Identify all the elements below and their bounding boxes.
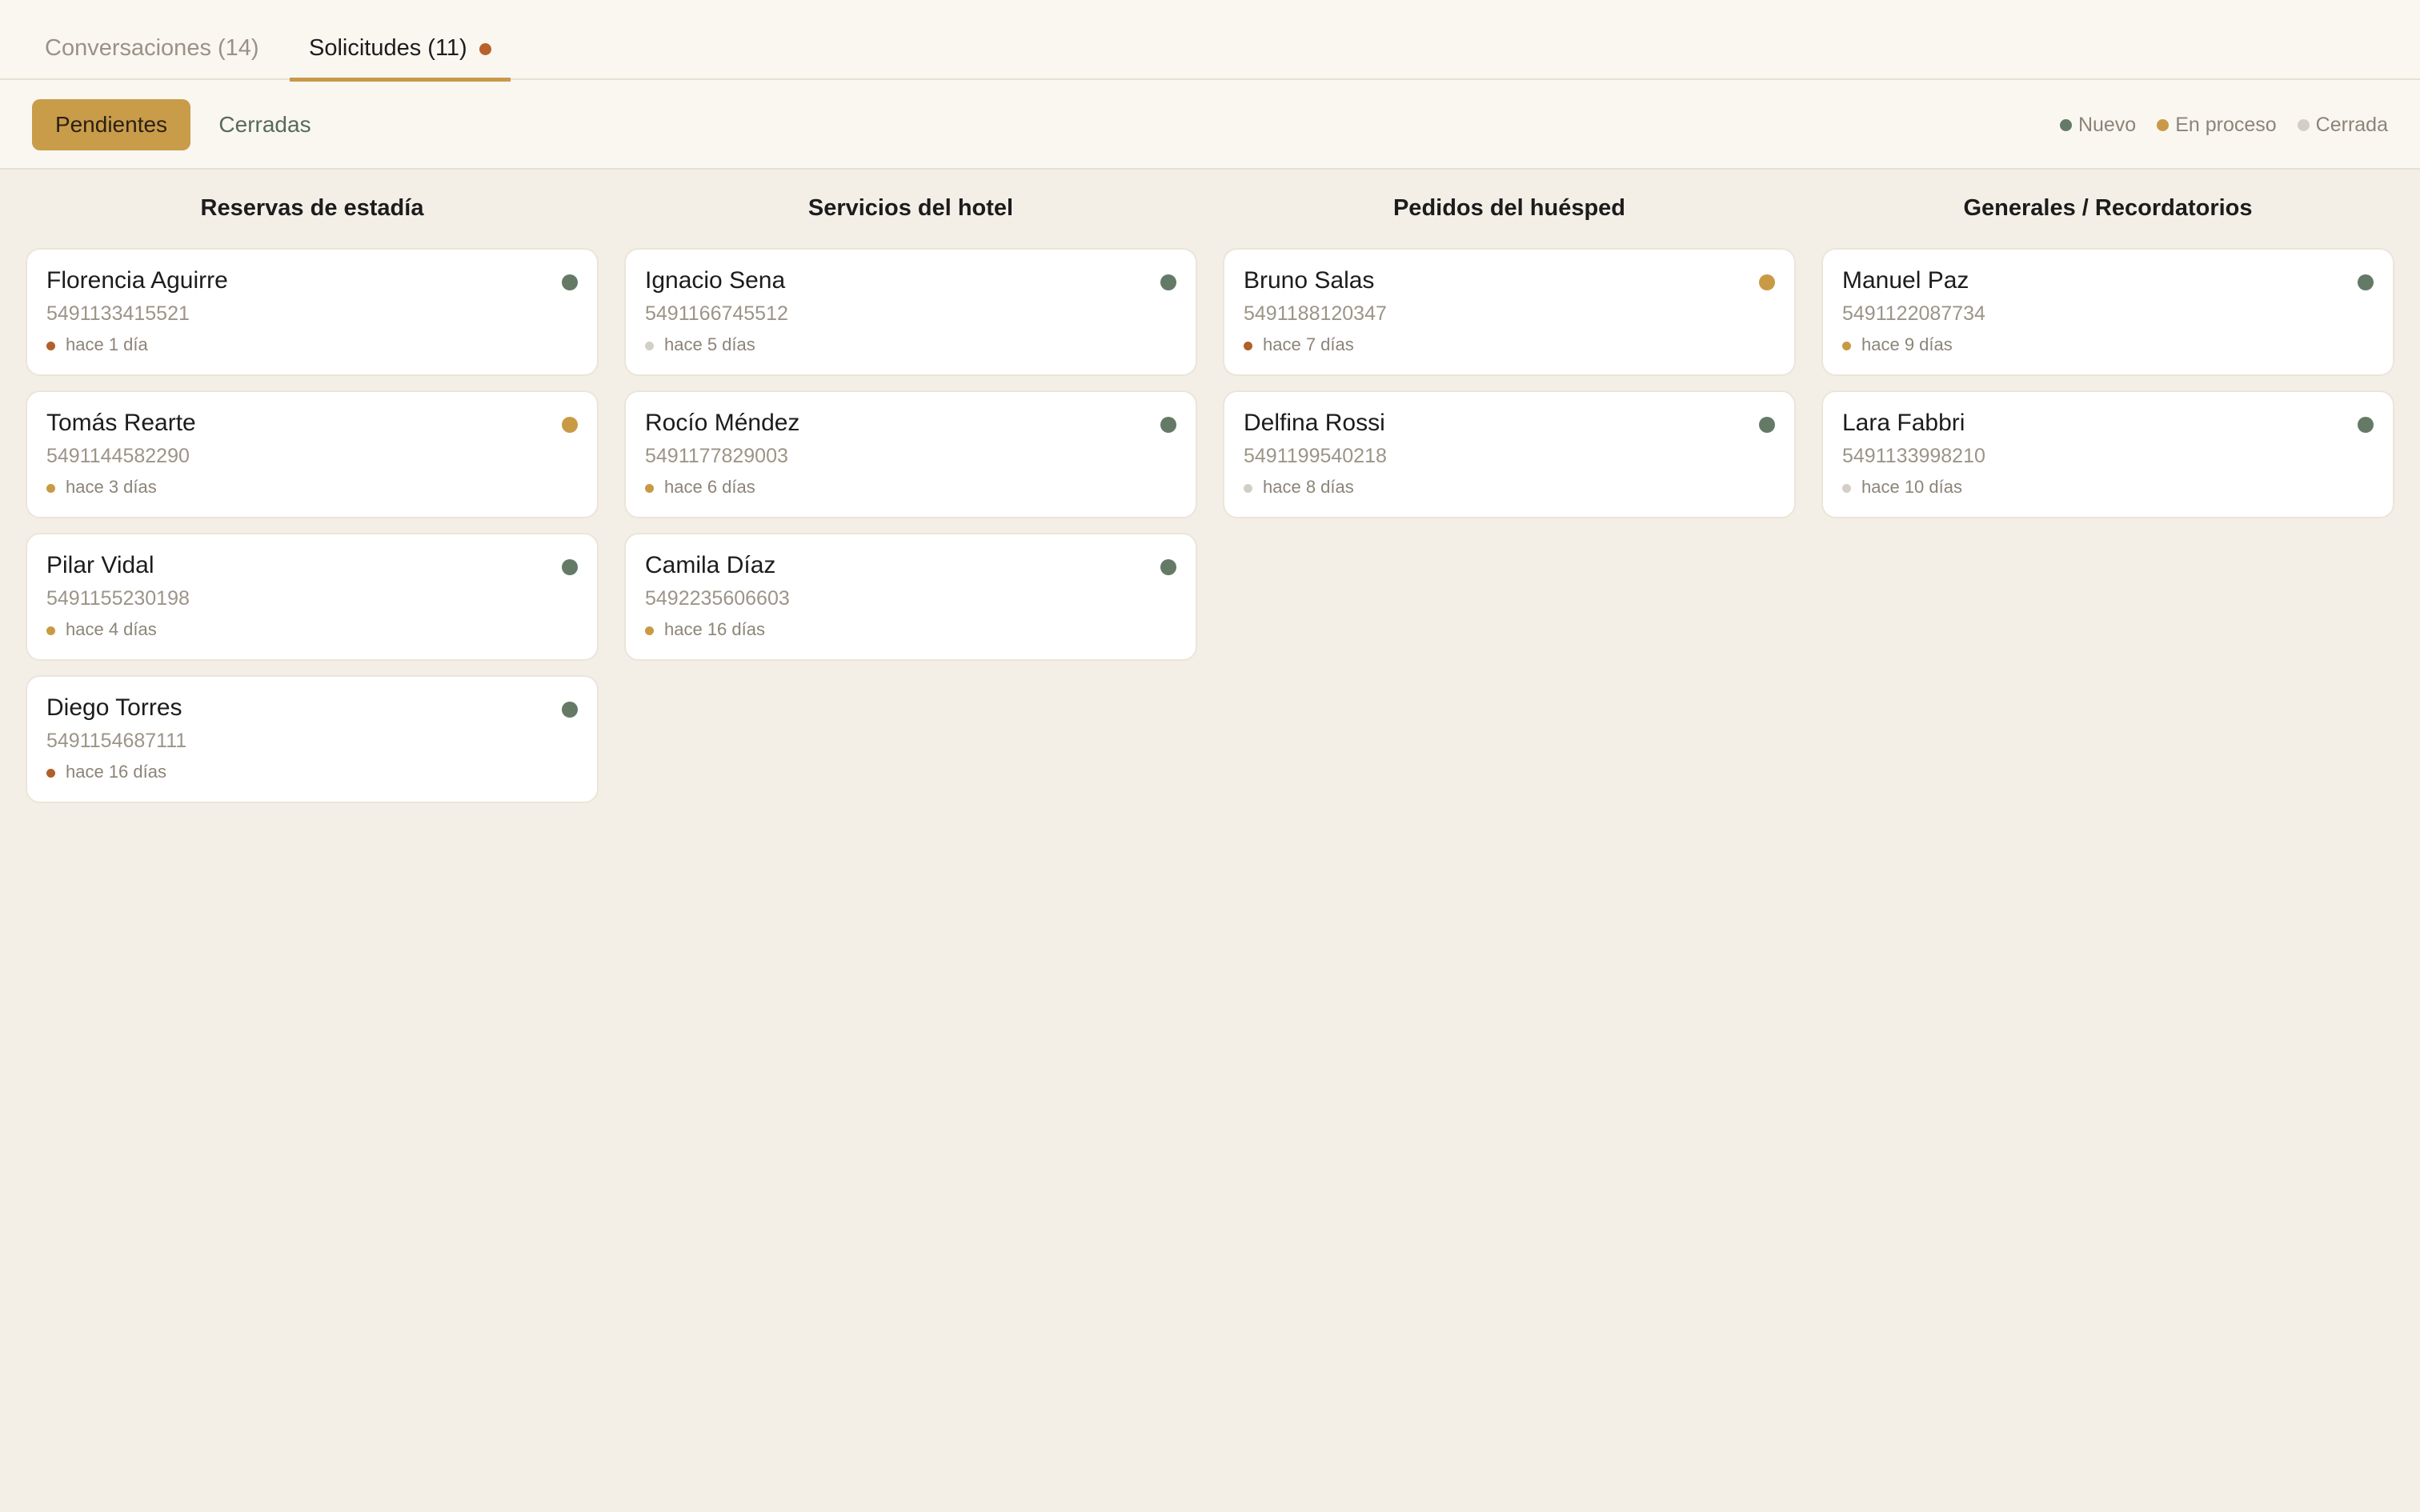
legend-item-in-progress: En proceso (2157, 113, 2277, 137)
request-age: hace 9 días (1861, 334, 1953, 354)
legend-label-in-progress: En proceso (2175, 113, 2277, 136)
filter-bar: Pendientes Cerradas Nuevo En proceso Cer… (0, 80, 2420, 170)
request-card[interactable]: Florencia Aguirre 5491133415521 hace 1 día (26, 248, 599, 376)
request-card[interactable]: Tomás Rearte 5491144582290 hace 3 días (26, 390, 599, 518)
age-dot (46, 484, 55, 493)
request-age: hace 16 días (66, 762, 166, 782)
guest-phone: 5491133415521 (46, 302, 190, 325)
guest-phone: 5491177829003 (645, 445, 788, 467)
legend-item-closed: Cerrada (2297, 113, 2388, 137)
request-card[interactable]: Bruno Salas 5491188120347 hace 7 días (1223, 248, 1796, 376)
request-age: hace 3 días (66, 477, 157, 497)
guest-phone: 5491199540218 (1244, 445, 1387, 467)
guest-phone: 5491144582290 (46, 445, 190, 467)
tab-conversations[interactable]: Conversaciones (14) (45, 29, 259, 80)
guest-name: Camila Díaz (645, 552, 776, 578)
guest-name: Manuel Paz (1842, 267, 1969, 294)
column-title: Servicios del hotel (807, 195, 1014, 221)
column-title: Generales / Recordatorios (1963, 195, 2253, 221)
age-dot (645, 484, 654, 493)
request-age: hace 4 días (66, 619, 157, 639)
status-dot (1759, 274, 1775, 290)
guest-phone: 5491133998210 (1842, 445, 1985, 467)
request-card[interactable]: Camila Díaz 5492235606603 hace 16 días (624, 533, 1197, 661)
guest-name: Rocío Méndez (645, 410, 800, 436)
legend-label-closed: Cerrada (2315, 113, 2388, 136)
column-title: Pedidos del huésped (1392, 195, 1626, 221)
notification-dot (479, 43, 491, 55)
tab-requests[interactable]: Solicitudes (11) (290, 29, 511, 82)
age-dot (1244, 342, 1252, 350)
top-bar: Conversaciones (14) Solicitudes (11) Pen… (0, 0, 2420, 170)
legend-dot-in-progress (2157, 118, 2170, 131)
request-age: hace 7 días (1263, 334, 1354, 354)
age-dot (1244, 484, 1252, 493)
guest-name: Diego Torres (46, 694, 182, 721)
guest-name: Tomás Rearte (46, 410, 196, 436)
age-dot (46, 626, 55, 635)
request-age: hace 1 día (66, 334, 148, 354)
request-age: hace 6 días (664, 477, 755, 497)
status-dot (1160, 417, 1176, 433)
request-card[interactable]: Ignacio Sena 5491166745512 hace 5 días (624, 248, 1197, 376)
age-dot (1842, 484, 1851, 493)
request-card[interactable]: Delfina Rossi 5491199540218 hace 8 días (1223, 390, 1796, 518)
request-age: hace 10 días (1861, 477, 1962, 497)
guest-phone: 5491166745512 (645, 302, 788, 325)
tab-requests-label: Solicitudes (11) (309, 35, 467, 61)
age-dot (645, 626, 654, 635)
tab-conversations-label: Conversaciones (14) (45, 35, 259, 61)
guest-name: Ignacio Sena (645, 267, 786, 294)
guest-phone: 5491188120347 (1244, 302, 1387, 325)
guest-phone: 5491155230198 (46, 587, 190, 610)
legend-dot-closed (2297, 118, 2310, 131)
status-dot (1759, 417, 1775, 433)
legend-dot-new (2059, 118, 2072, 131)
tab-bar: Conversaciones (14) Solicitudes (11) (0, 0, 2420, 82)
age-dot (1842, 342, 1851, 350)
status-dot (2358, 417, 2374, 433)
status-dot (562, 702, 578, 718)
status-dot (2358, 274, 2374, 290)
request-card[interactable]: Rocío Méndez 5491177829003 hace 6 días (624, 390, 1197, 518)
guest-name: Lara Fabbri (1842, 410, 1965, 436)
guest-phone: 5491154687111 (46, 730, 187, 752)
status-dot (562, 559, 578, 575)
column-title: Reservas de estadía (200, 195, 424, 221)
closed-filter-button[interactable]: Cerradas (197, 99, 333, 150)
status-dot (562, 274, 578, 290)
legend-item-new: Nuevo (2059, 113, 2137, 137)
request-card[interactable]: Manuel Paz 5491122087734 hace 9 días (1821, 248, 2394, 376)
request-card[interactable]: Lara Fabbri 5491133998210 hace 10 días (1821, 390, 2394, 518)
status-dot (1160, 559, 1176, 575)
age-dot (46, 769, 55, 778)
guest-name: Florencia Aguirre (46, 267, 228, 294)
guest-name: Bruno Salas (1244, 267, 1375, 294)
status-dot (562, 417, 578, 433)
request-age: hace 16 días (664, 619, 765, 639)
status-dot (1160, 274, 1176, 290)
guest-phone: 5492235606603 (645, 587, 790, 610)
request-card[interactable]: Pilar Vidal 5491155230198 hace 4 días (26, 533, 599, 661)
status-legend: Nuevo En proceso Cerrada (2059, 112, 2388, 138)
request-age: hace 5 días (664, 334, 755, 354)
legend-label-new: Nuevo (2077, 113, 2137, 136)
request-card[interactable]: Diego Torres 5491154687111 hace 16 días (26, 675, 599, 803)
guest-name: Delfina Rossi (1244, 410, 1385, 436)
guest-name: Pilar Vidal (46, 552, 154, 578)
request-age: hace 8 días (1263, 477, 1354, 497)
age-dot (645, 342, 654, 350)
pending-filter-button[interactable]: Pendientes (32, 99, 190, 150)
age-dot (46, 342, 55, 350)
guest-phone: 5491122087734 (1842, 302, 1985, 325)
